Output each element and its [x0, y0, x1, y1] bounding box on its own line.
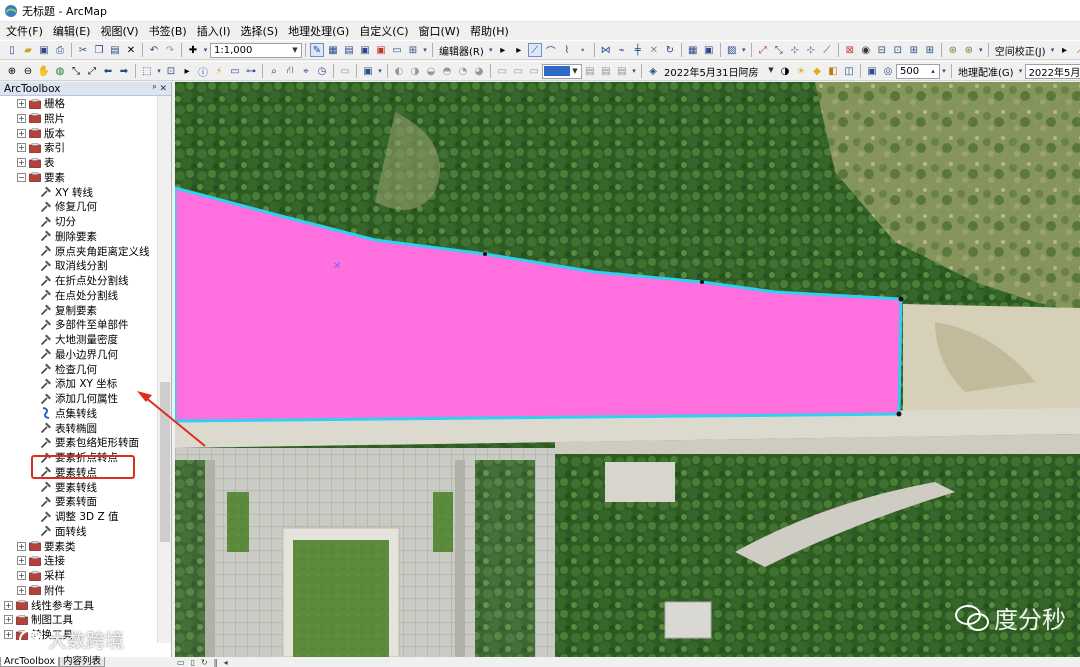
pause-drawing-icon[interactable]: ‖: [214, 658, 218, 667]
refresh-icon[interactable]: ↻: [201, 658, 208, 667]
callout-arrow-line: [144, 396, 206, 447]
callout-arrow-layer: [137, 391, 206, 447]
watermark-left-text: 大数跨境: [48, 630, 125, 652]
layout-view-icon[interactable]: ▯: [191, 658, 195, 667]
scroll-left-icon[interactable]: ◂: [224, 658, 228, 667]
watermark-logo-icon: [19, 629, 40, 650]
map-status-bar: ▭ ▯ ↻ ‖ ◂: [175, 657, 1080, 667]
data-view-icon[interactable]: ▭: [177, 658, 185, 667]
watermark-left: 大数跨境: [18, 626, 124, 653]
